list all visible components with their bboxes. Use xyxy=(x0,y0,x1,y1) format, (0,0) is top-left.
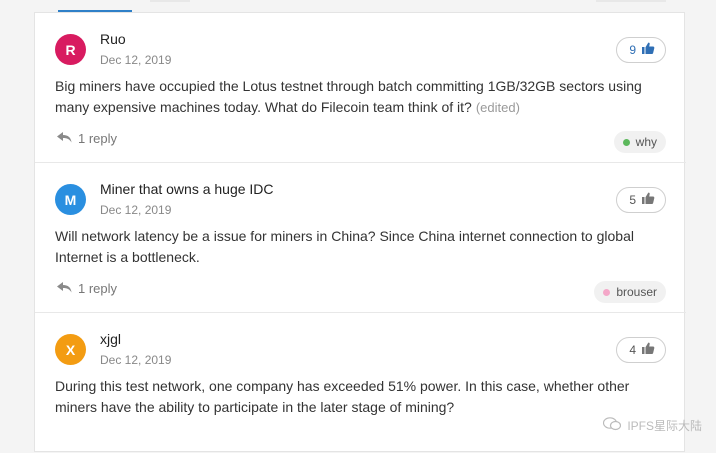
tag-label: why xyxy=(636,135,657,149)
question-date: Dec 12, 2019 xyxy=(100,203,171,217)
thumbs-up-icon xyxy=(641,342,655,358)
thumbs-up-icon xyxy=(641,42,655,58)
author-name[interactable]: xjgl xyxy=(100,331,121,347)
avatar[interactable]: R xyxy=(55,34,86,65)
tab-edge xyxy=(150,0,190,2)
vote-count: 4 xyxy=(629,343,636,357)
reply-arrow-icon xyxy=(57,281,72,296)
thumbs-up-icon xyxy=(641,192,655,208)
author-name[interactable]: Ruo xyxy=(100,31,126,47)
avatar[interactable]: X xyxy=(55,334,86,365)
avatar[interactable]: M xyxy=(55,184,86,215)
vote-count: 9 xyxy=(629,43,636,57)
reply-link[interactable]: 1 reply xyxy=(57,131,117,146)
reply-count: 1 reply xyxy=(78,281,117,296)
tag-label: brouser xyxy=(616,285,657,299)
question-date: Dec 12, 2019 xyxy=(100,53,171,67)
reply-link[interactable]: 1 reply xyxy=(57,281,117,296)
watermark-text: IPFS星际大陆 xyxy=(627,417,702,434)
watermark: IPFS星际大陆 xyxy=(603,417,702,434)
tab-edge xyxy=(596,0,666,2)
question-item: M Miner that owns a huge IDC Dec 12, 201… xyxy=(35,163,686,313)
category-tag[interactable]: why xyxy=(614,131,666,153)
tag-color-dot xyxy=(623,139,630,146)
question-item: X xjgl Dec 12, 2019 4 During this test n… xyxy=(35,313,686,453)
question-item: R Ruo Dec 12, 2019 9 Big miners have occ… xyxy=(35,13,686,163)
question-body: During this test network, one company ha… xyxy=(55,376,655,418)
edited-label: (edited) xyxy=(476,100,520,115)
author-name[interactable]: Miner that owns a huge IDC xyxy=(100,181,274,197)
category-tag[interactable]: brouser xyxy=(594,281,666,303)
wechat-icon xyxy=(603,417,621,434)
upvote-button[interactable]: 5 xyxy=(616,187,666,213)
questions-list: R Ruo Dec 12, 2019 9 Big miners have occ… xyxy=(34,12,685,452)
question-date: Dec 12, 2019 xyxy=(100,353,171,367)
upvote-button[interactable]: 9 xyxy=(616,37,666,63)
upvote-button[interactable]: 4 xyxy=(616,337,666,363)
question-body: Will network latency be a issue for mine… xyxy=(55,226,655,268)
reply-count: 1 reply xyxy=(78,131,117,146)
question-body: Big miners have occupied the Lotus testn… xyxy=(55,76,655,118)
tag-color-dot xyxy=(603,289,610,296)
vote-count: 5 xyxy=(629,193,636,207)
reply-arrow-icon xyxy=(57,131,72,146)
